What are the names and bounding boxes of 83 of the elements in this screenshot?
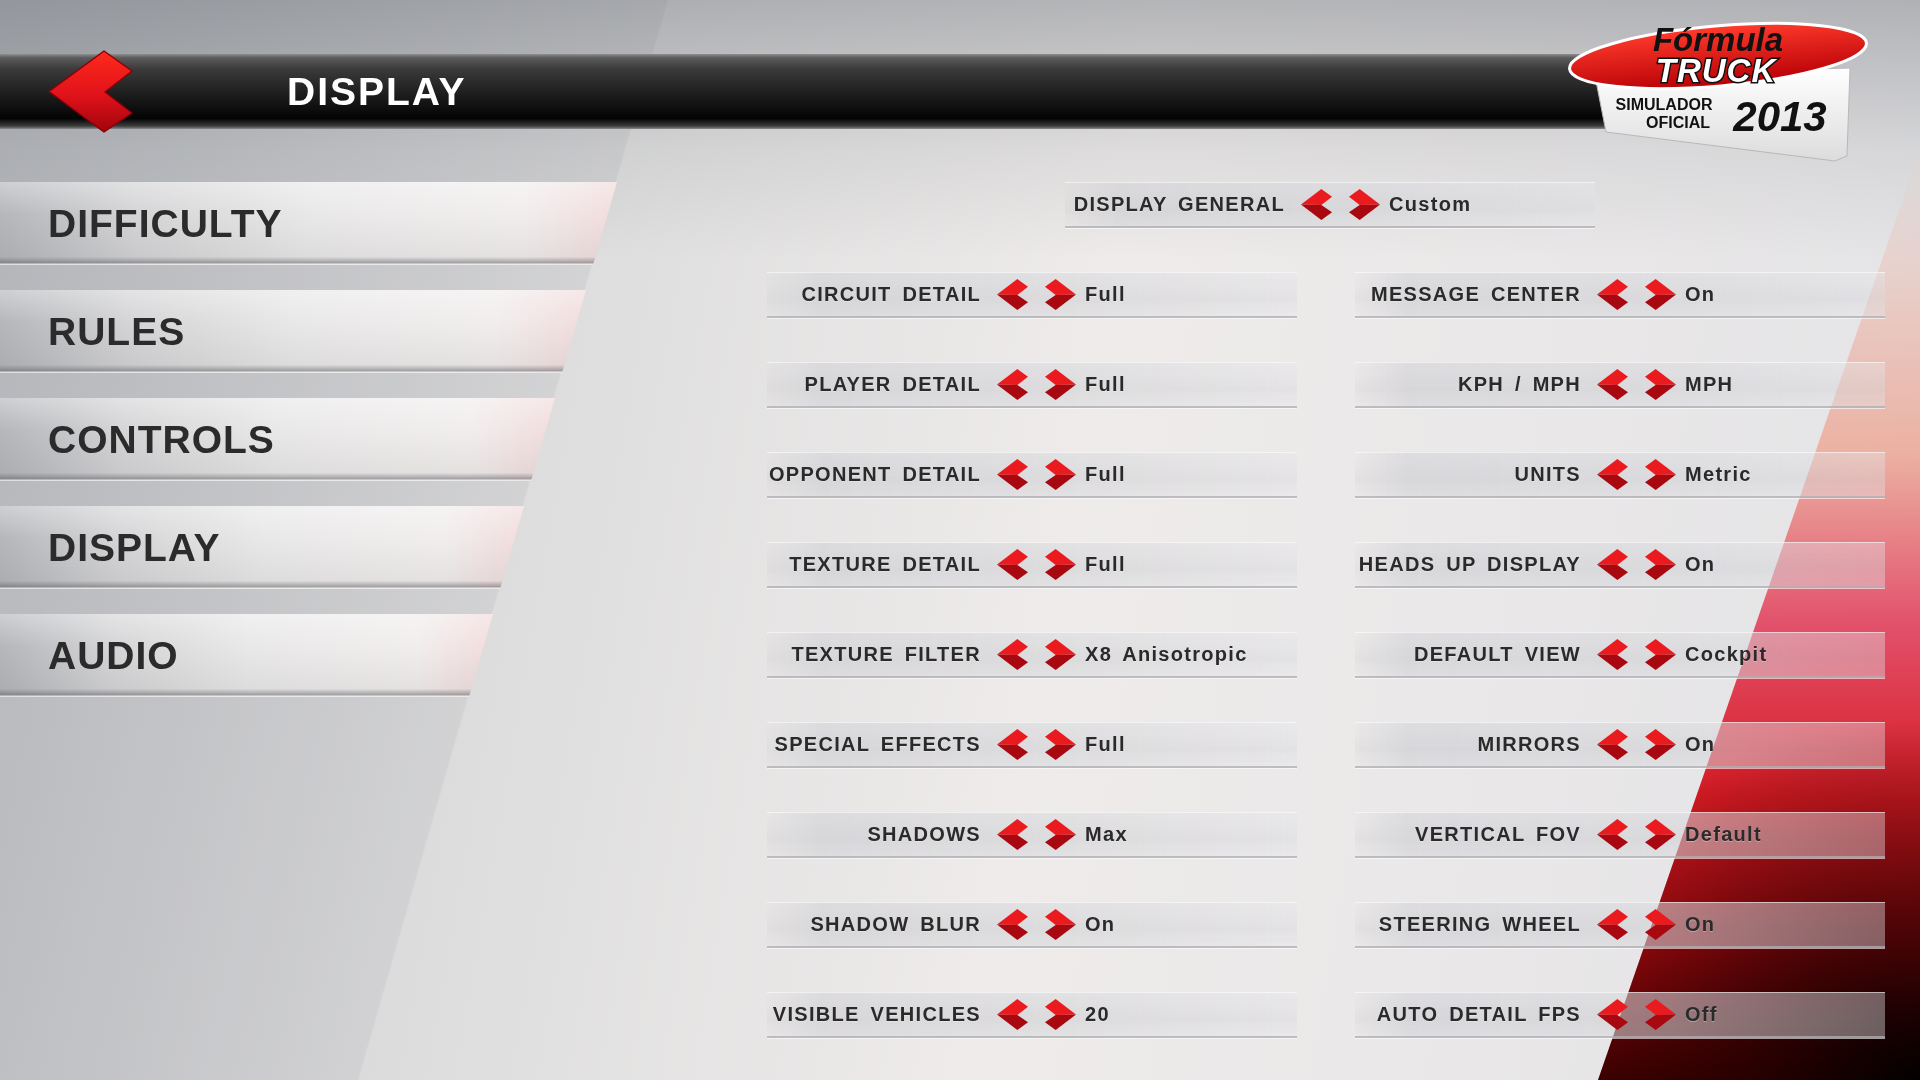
setting-label: MIRRORS bbox=[1477, 733, 1581, 756]
setting-value: Off bbox=[1685, 1003, 1718, 1026]
setting-label: DEFAULT VIEW bbox=[1414, 643, 1581, 666]
chevron-left-icon bbox=[48, 50, 133, 133]
page-title: DISPLAY bbox=[287, 69, 467, 114]
chevron-left-icon[interactable] bbox=[997, 909, 1028, 940]
setting-label: MESSAGE CENTER bbox=[1371, 283, 1581, 306]
chevron-left-icon[interactable] bbox=[1597, 459, 1628, 490]
chevron-right-icon[interactable] bbox=[1045, 999, 1076, 1030]
setting-label: PLAYER DETAIL bbox=[804, 373, 981, 396]
chevron-right-icon[interactable] bbox=[1045, 729, 1076, 760]
chevron-left-icon[interactable] bbox=[1597, 639, 1628, 670]
chevron-right-icon[interactable] bbox=[1045, 369, 1076, 400]
setting-label: SHADOWS bbox=[867, 823, 981, 846]
chevron-right-icon[interactable] bbox=[1349, 189, 1380, 220]
setting-label: TEXTURE FILTER bbox=[791, 643, 981, 666]
chevron-right-icon[interactable] bbox=[1645, 909, 1676, 940]
setting-value: MPH bbox=[1685, 373, 1734, 396]
setting-label: SHADOW BLUR bbox=[810, 913, 981, 936]
chevron-left-icon[interactable] bbox=[1597, 279, 1628, 310]
menu-item[interactable]: AUDIO bbox=[0, 614, 493, 697]
chevron-left-icon[interactable] bbox=[997, 639, 1028, 670]
chevron-right-icon[interactable] bbox=[1645, 369, 1676, 400]
setting-value: Max bbox=[1085, 823, 1128, 846]
setting-value: On bbox=[1685, 733, 1716, 756]
chevron-left-icon[interactable] bbox=[1597, 729, 1628, 760]
chevron-left-icon[interactable] bbox=[997, 549, 1028, 580]
setting-value: Default bbox=[1685, 823, 1762, 846]
setting-value: Cockpit bbox=[1685, 643, 1768, 666]
menu-item[interactable]: CONTROLS bbox=[0, 398, 555, 481]
chevron-left-icon[interactable] bbox=[997, 729, 1028, 760]
setting-label: VISIBLE VEHICLES bbox=[772, 1003, 981, 1026]
setting-label: VERTICAL FOV bbox=[1415, 823, 1581, 846]
setting-value: On bbox=[1685, 553, 1716, 576]
chevron-right-icon[interactable] bbox=[1045, 459, 1076, 490]
setting-value: Full bbox=[1085, 373, 1126, 396]
menu-item[interactable]: DISPLAY bbox=[0, 506, 524, 589]
setting-value: Full bbox=[1085, 733, 1126, 756]
setting-value: Full bbox=[1085, 463, 1126, 486]
setting-label: HEADS UP DISPLAY bbox=[1358, 553, 1581, 576]
setting-label: UNITS bbox=[1514, 463, 1581, 486]
setting-value: Custom bbox=[1389, 193, 1472, 216]
setting-value: On bbox=[1685, 283, 1716, 306]
setting-label: OPPONENT DETAIL bbox=[768, 463, 981, 486]
setting-value: X8 Anisotropic bbox=[1085, 643, 1248, 666]
chevron-right-icon[interactable] bbox=[1645, 819, 1676, 850]
chevron-right-icon[interactable] bbox=[1045, 549, 1076, 580]
setting-label: AUTO DETAIL FPS bbox=[1376, 1003, 1581, 1026]
menu-item[interactable]: RULES bbox=[0, 290, 586, 373]
setting-value: Full bbox=[1085, 553, 1126, 576]
chevron-right-icon[interactable] bbox=[1645, 549, 1676, 580]
setting-label: DISPLAY GENERAL bbox=[1073, 193, 1285, 216]
setting-value: On bbox=[1085, 913, 1116, 936]
back-button[interactable] bbox=[48, 50, 133, 133]
chevron-left-icon[interactable] bbox=[997, 459, 1028, 490]
chevron-left-icon[interactable] bbox=[1597, 549, 1628, 580]
chevron-left-icon[interactable] bbox=[997, 279, 1028, 310]
setting-label: CIRCUIT DETAIL bbox=[801, 283, 981, 306]
chevron-right-icon[interactable] bbox=[1645, 279, 1676, 310]
setting-value: On bbox=[1685, 913, 1716, 936]
chevron-right-icon[interactable] bbox=[1045, 819, 1076, 850]
chevron-left-icon[interactable] bbox=[1301, 189, 1332, 220]
menu-item[interactable]: DIFFICULTY bbox=[0, 182, 617, 265]
chevron-left-icon[interactable] bbox=[1597, 909, 1628, 940]
chevron-right-icon[interactable] bbox=[1045, 909, 1076, 940]
chevron-right-icon[interactable] bbox=[1645, 729, 1676, 760]
setting-label: TEXTURE DETAIL bbox=[789, 553, 981, 576]
chevron-right-icon[interactable] bbox=[1045, 279, 1076, 310]
chevron-left-icon[interactable] bbox=[1597, 819, 1628, 850]
chevron-right-icon[interactable] bbox=[1645, 459, 1676, 490]
setting-label: STEERING WHEEL bbox=[1378, 913, 1581, 936]
chevron-left-icon[interactable] bbox=[997, 819, 1028, 850]
setting-label: SPECIAL EFFECTS bbox=[774, 733, 981, 756]
setting-value: 20 bbox=[1085, 1003, 1110, 1026]
chevron-left-icon[interactable] bbox=[997, 369, 1028, 400]
chevron-right-icon[interactable] bbox=[1645, 639, 1676, 670]
setting-value: Full bbox=[1085, 283, 1126, 306]
chevron-left-icon[interactable] bbox=[1597, 369, 1628, 400]
setting-label: KPH / MPH bbox=[1457, 373, 1581, 396]
chevron-right-icon[interactable] bbox=[1045, 639, 1076, 670]
chevron-left-icon[interactable] bbox=[997, 999, 1028, 1030]
chevron-left-icon[interactable] bbox=[1597, 999, 1628, 1030]
setting-value: Metric bbox=[1685, 463, 1752, 486]
